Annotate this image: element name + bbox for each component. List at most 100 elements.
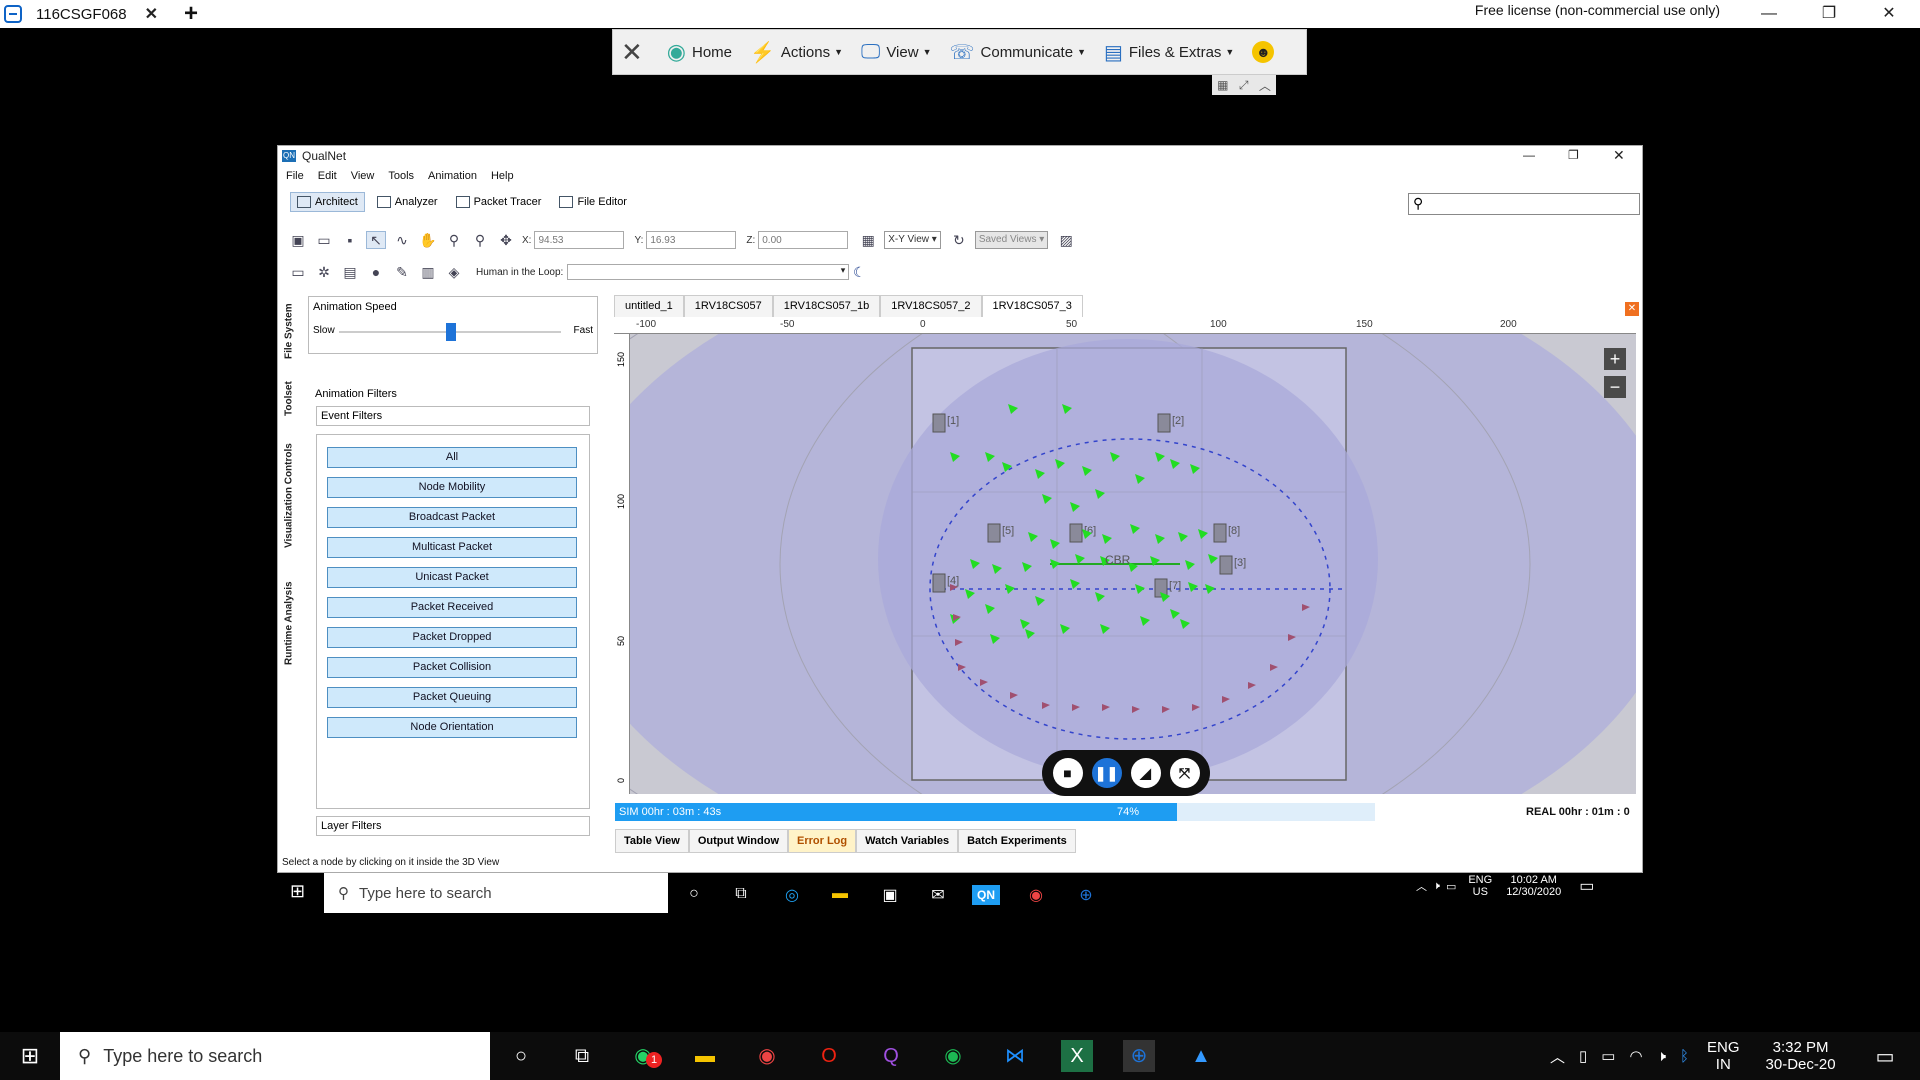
- store-icon[interactable]: ▣: [878, 885, 902, 905]
- minimize-icon[interactable]: —: [1523, 148, 1535, 162]
- network-node[interactable]: [1157, 413, 1171, 433]
- snapshot-icon[interactable]: ▨: [1056, 231, 1076, 249]
- tab-1rv18cs057-1b[interactable]: 1RV18CS057_1b: [772, 295, 881, 317]
- network-icon[interactable]: ▭: [1446, 880, 1456, 893]
- close-window-icon[interactable]: ✕: [1613, 147, 1625, 164]
- architect-mode-button[interactable]: Architect: [290, 192, 365, 212]
- tab-watch-variables[interactable]: Watch Variables: [856, 829, 959, 853]
- tab-1rv18cs057-2[interactable]: 1RV18CS057_2: [880, 295, 982, 317]
- network-node[interactable]: [1069, 523, 1083, 543]
- lasso-icon[interactable]: ∿: [392, 231, 412, 249]
- communicate-menu[interactable]: ☏ Communicate ▼: [950, 40, 1086, 65]
- edge-icon[interactable]: ◎: [780, 885, 804, 905]
- network-node[interactable]: [1213, 523, 1227, 543]
- qualnet-taskbar-icon[interactable]: QN: [972, 885, 1000, 905]
- refresh-icon[interactable]: ↻: [949, 231, 969, 249]
- filter-multicast-button[interactable]: Multicast Packet: [327, 537, 577, 558]
- chrome-icon[interactable]: ◉: [751, 1040, 783, 1072]
- search-input[interactable]: ⚲: [1408, 193, 1640, 215]
- network-node[interactable]: [932, 413, 946, 433]
- filter-node-orientation-button[interactable]: Node Orientation: [327, 717, 577, 738]
- filter-packet-queuing-button[interactable]: Packet Queuing: [327, 687, 577, 708]
- collapse-icon[interactable]: ︿: [1259, 77, 1271, 94]
- tab-1rv18cs057-3[interactable]: 1RV18CS057_3: [981, 295, 1083, 317]
- export-icon[interactable]: ▭: [288, 263, 308, 281]
- hitl-input[interactable]: ▾: [567, 264, 850, 280]
- edit-icon[interactable]: ✎: [392, 263, 412, 281]
- save-icon[interactable]: ▪: [340, 231, 360, 249]
- home-button[interactable]: ◉ Home: [667, 39, 732, 65]
- cortana-icon[interactable]: ○: [682, 885, 706, 905]
- battery-icon[interactable]: ▭: [1601, 1047, 1615, 1065]
- restore-icon[interactable]: ❐: [1568, 148, 1579, 162]
- remote-clock[interactable]: 10:02 AM 12/30/2020: [1506, 874, 1561, 898]
- remote-language[interactable]: ENG US: [1468, 874, 1492, 898]
- end-session-button[interactable]: ✕: [621, 37, 649, 68]
- photos-icon[interactable]: ▲: [1185, 1040, 1217, 1072]
- filter-all-button[interactable]: All: [327, 447, 577, 468]
- zoom-icon[interactable]: ⚲: [444, 231, 464, 249]
- teamviewer-session-tab[interactable]: 116CSGF068 ✕ +: [0, 0, 198, 28]
- filter-node-mobility-button[interactable]: Node Mobility: [327, 477, 577, 498]
- tab-1rv18cs057[interactable]: 1RV18CS057: [683, 295, 773, 317]
- event-filters-header[interactable]: Event Filters: [316, 406, 590, 426]
- record-icon[interactable]: ●: [366, 263, 386, 281]
- notifications-icon[interactable]: ▭: [1876, 1044, 1895, 1069]
- cortana-icon[interactable]: ○: [505, 1040, 537, 1072]
- chrome-icon[interactable]: ◉: [1024, 885, 1048, 905]
- zoom-fit-icon[interactable]: ⚲: [470, 231, 490, 249]
- analyzer-mode-button[interactable]: Analyzer: [371, 193, 444, 211]
- network-node[interactable]: [987, 523, 1001, 543]
- grid-settings-icon[interactable]: ▦: [858, 231, 878, 249]
- menu-edit[interactable]: Edit: [318, 170, 337, 188]
- stop-button[interactable]: ■: [1052, 758, 1083, 788]
- view-menu[interactable]: 🖵 View ▼: [861, 41, 931, 64]
- teamviewer-taskbar-icon[interactable]: ⊕: [1123, 1040, 1155, 1072]
- menu-animation[interactable]: Animation: [428, 170, 477, 188]
- tab-runtime-analysis[interactable]: Runtime Analysis: [278, 568, 300, 678]
- close-tab-icon[interactable]: ✕: [145, 4, 158, 24]
- tab-file-system[interactable]: File System: [278, 296, 300, 366]
- saved-views-select[interactable]: Saved Views ▾: [974, 231, 1049, 249]
- host-language[interactable]: ENG IN: [1707, 1039, 1740, 1073]
- volume-icon[interactable]: 🕨: [1433, 880, 1440, 893]
- qualnet-q-icon[interactable]: Q: [875, 1040, 907, 1072]
- filter-broadcast-button[interactable]: Broadcast Packet: [327, 507, 577, 528]
- step-button[interactable]: ◢: [1130, 758, 1161, 788]
- host-search-box[interactable]: ⚲ Type here to search: [60, 1032, 490, 1080]
- menu-file[interactable]: File: [286, 170, 304, 188]
- chevron-up-icon[interactable]: ︿: [1416, 878, 1427, 894]
- excel-icon[interactable]: X: [1061, 1040, 1093, 1072]
- tab-toolset[interactable]: Toolset: [278, 374, 300, 424]
- tab-visualization-controls[interactable]: Visualization Controls: [278, 431, 300, 561]
- scenario-canvas[interactable]: [1] [2] [3] [4] [5] [6] [7] [8] CBR + −: [630, 334, 1636, 794]
- start-icon[interactable]: ⊞: [290, 881, 305, 902]
- filter-packet-dropped-button[interactable]: Packet Dropped: [327, 627, 577, 648]
- view-select[interactable]: X-Y View ▾: [884, 231, 941, 249]
- layer-filters-header[interactable]: Layer Filters: [316, 816, 590, 836]
- grid-icon[interactable]: ▦: [1217, 78, 1228, 92]
- task-view-icon[interactable]: ⧉: [729, 885, 753, 905]
- file-explorer-icon[interactable]: ▬: [689, 1040, 721, 1072]
- host-clock[interactable]: 3:32 PM 30-Dec-20: [1766, 1039, 1836, 1073]
- spotify-icon[interactable]: ◉: [937, 1040, 969, 1072]
- fullscreen-button[interactable]: ⤧: [1169, 758, 1200, 788]
- mail-icon[interactable]: ✉: [926, 885, 950, 905]
- remote-search-box[interactable]: ⚲ Type here to search: [324, 873, 668, 913]
- menu-tools[interactable]: Tools: [388, 170, 414, 188]
- start-icon[interactable]: ⊞: [0, 1032, 60, 1080]
- speed-slider-thumb[interactable]: [446, 323, 456, 341]
- files-extras-menu[interactable]: ▤ Files & Extras ▼: [1104, 40, 1234, 65]
- filter-packet-collision-button[interactable]: Packet Collision: [327, 657, 577, 678]
- select-arrow-icon[interactable]: ↖: [366, 231, 386, 249]
- pan-hand-icon[interactable]: ✋: [418, 231, 438, 249]
- pause-button[interactable]: ❚❚: [1091, 758, 1122, 788]
- feedback-button[interactable]: ☻: [1252, 41, 1275, 63]
- close-window-icon[interactable]: ✕: [1866, 0, 1912, 28]
- settings-gear-icon[interactable]: ✲: [314, 263, 334, 281]
- fullscreen-icon[interactable]: ⤢: [1239, 78, 1249, 93]
- chevron-up-icon[interactable]: ︿: [1550, 1046, 1565, 1067]
- close-tab-icon[interactable]: ✕: [1625, 302, 1639, 316]
- network-node[interactable]: [932, 573, 946, 593]
- new-tab-icon[interactable]: +: [184, 0, 198, 28]
